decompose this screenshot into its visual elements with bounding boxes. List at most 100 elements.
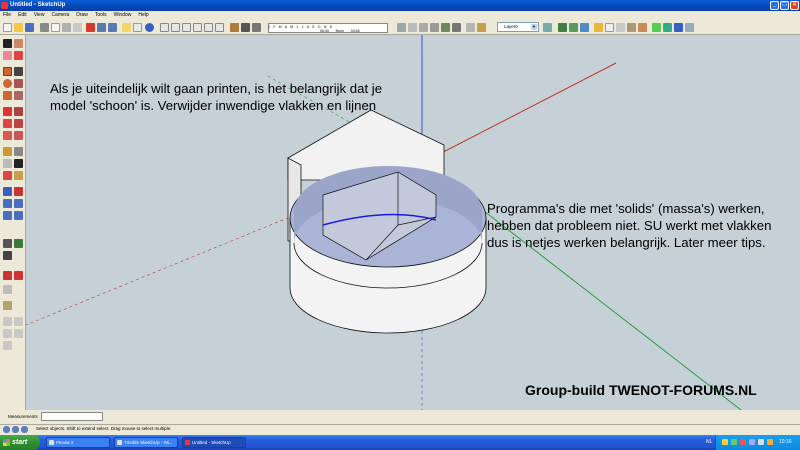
left-view-icon[interactable] — [215, 23, 224, 32]
menu-help[interactable]: Help — [138, 11, 148, 20]
intersect-icon[interactable] — [14, 317, 23, 326]
shadow-settings-icon[interactable] — [252, 23, 261, 32]
arc-tool-icon[interactable] — [14, 79, 23, 88]
menu-camera[interactable]: Camera — [51, 11, 69, 20]
menu-tools[interactable]: Tools — [95, 11, 107, 20]
layer-manager-icon[interactable] — [543, 23, 552, 32]
shaded-textures-icon[interactable] — [441, 23, 450, 32]
page-setup-icon[interactable] — [133, 23, 142, 32]
dynamic-components-icon[interactable] — [685, 23, 694, 32]
front-view-icon[interactable] — [182, 23, 191, 32]
wireframe-icon[interactable] — [408, 23, 417, 32]
line-tool-icon[interactable] — [14, 67, 23, 76]
back-view-icon[interactable] — [204, 23, 213, 32]
save-icon[interactable] — [25, 23, 34, 32]
drape-icon[interactable] — [638, 23, 647, 32]
select-tool-icon[interactable] — [3, 39, 12, 48]
chevron-down-icon[interactable]: ▼ — [531, 24, 537, 30]
model-info-circle-icon[interactable] — [145, 23, 154, 32]
get-models-icon[interactable] — [569, 23, 578, 32]
tray-icon-3[interactable] — [740, 439, 746, 445]
monochrome-icon[interactable] — [452, 23, 461, 32]
menu-window[interactable]: Window — [114, 11, 132, 20]
look-around-icon[interactable] — [3, 251, 12, 260]
erase-icon[interactable] — [86, 23, 95, 32]
zoom-window-icon[interactable] — [14, 199, 23, 208]
create-terrain-icon[interactable] — [605, 23, 614, 32]
open-folder-icon[interactable] — [14, 23, 23, 32]
tray-icon-6[interactable] — [767, 439, 773, 445]
task-sketchup[interactable]: Untitled - SketchUp — [182, 437, 246, 448]
text-tool-icon[interactable] — [14, 159, 23, 168]
tape-measure-icon[interactable] — [3, 147, 12, 156]
print-preview-icon[interactable] — [122, 23, 131, 32]
subtract-icon[interactable] — [14, 329, 23, 338]
display-section-icon[interactable] — [14, 271, 23, 280]
model-info-icon[interactable] — [51, 23, 60, 32]
menu-file[interactable]: File — [3, 11, 11, 20]
add-location-icon[interactable] — [652, 23, 661, 32]
undo-icon[interactable] — [97, 23, 106, 32]
tray-icon-1[interactable] — [722, 439, 728, 445]
smoove-icon[interactable] — [616, 23, 625, 32]
preview-google-earth-icon[interactable] — [674, 23, 683, 32]
shadows-toggle-icon[interactable] — [241, 23, 250, 32]
freehand-tool-icon[interactable] — [14, 91, 23, 100]
tray-icon-4[interactable] — [749, 439, 755, 445]
zoom-tool-icon[interactable] — [3, 199, 12, 208]
photo-match-icon[interactable] — [558, 23, 567, 32]
move-tool-icon[interactable] — [3, 107, 12, 116]
new-file-icon[interactable] — [3, 23, 12, 32]
zoom-extents-icon[interactable] — [3, 211, 12, 220]
make-component-icon[interactable] — [14, 39, 23, 48]
scale-tool-icon[interactable] — [3, 131, 12, 140]
rectangle-tool-icon[interactable] — [3, 67, 12, 76]
stamp-icon[interactable] — [627, 23, 636, 32]
3d-text-tool-icon[interactable] — [14, 171, 23, 180]
polygon-tool-icon[interactable] — [3, 91, 12, 100]
solid-tools-icon[interactable] — [3, 301, 12, 310]
menu-view[interactable]: View — [34, 11, 45, 20]
shaded-icon[interactable] — [430, 23, 439, 32]
top-view-icon[interactable] — [171, 23, 180, 32]
geo-location-icon[interactable] — [3, 426, 10, 433]
help-icon[interactable] — [21, 426, 28, 433]
iso-view-icon[interactable] — [160, 23, 169, 32]
dimension-tool-icon[interactable] — [14, 147, 23, 156]
orbit-tool-icon[interactable] — [3, 187, 12, 196]
language-indicator[interactable]: NL — [706, 439, 712, 445]
section-cuts-icon[interactable] — [3, 285, 12, 294]
menu-edit[interactable]: Edit — [18, 11, 27, 20]
eraser-tool-icon[interactable] — [3, 51, 12, 60]
circle-tool-icon[interactable] — [3, 79, 12, 88]
close-icon[interactable]: × — [790, 1, 799, 10]
toggle-terrain-icon[interactable] — [663, 23, 672, 32]
pan-tool-icon[interactable] — [14, 187, 23, 196]
section-plane-tool-icon[interactable] — [3, 271, 12, 280]
push-pull-tool-icon[interactable] — [14, 107, 23, 116]
outer-shell-icon[interactable] — [3, 317, 12, 326]
layers-icon[interactable] — [477, 23, 486, 32]
maximize-icon[interactable]: □ — [780, 1, 789, 10]
redo-icon[interactable] — [108, 23, 117, 32]
measurements-input[interactable] — [41, 412, 103, 421]
xray-icon[interactable] — [230, 23, 239, 32]
print-icon[interactable] — [40, 23, 49, 32]
copy-icon[interactable] — [73, 23, 82, 32]
tray-icon-5[interactable] — [758, 439, 764, 445]
shadow-time-slider[interactable]: 06:43 Noon 04:46 — [320, 29, 360, 33]
tray-icon-2[interactable] — [731, 439, 737, 445]
offset-tool-icon[interactable] — [14, 131, 23, 140]
walk-tool-icon[interactable] — [14, 239, 23, 248]
layer-select[interactable]: Layer0 ▼ — [497, 22, 539, 32]
minimize-icon[interactable]: _ — [770, 1, 779, 10]
section-plane-icon[interactable] — [397, 23, 406, 32]
trim-icon[interactable] — [3, 341, 12, 350]
model-viewport[interactable]: Als je uiteindelijk wilt gaan printen, i… — [26, 35, 800, 410]
start-button[interactable]: start — [0, 435, 40, 450]
follow-me-tool-icon[interactable] — [14, 119, 23, 128]
sandbox-icon[interactable] — [594, 23, 603, 32]
task-trimble[interactable]: Trimble SketchUp - Wi... — [114, 437, 178, 448]
union-icon[interactable] — [3, 329, 12, 338]
hidden-line-icon[interactable] — [419, 23, 428, 32]
